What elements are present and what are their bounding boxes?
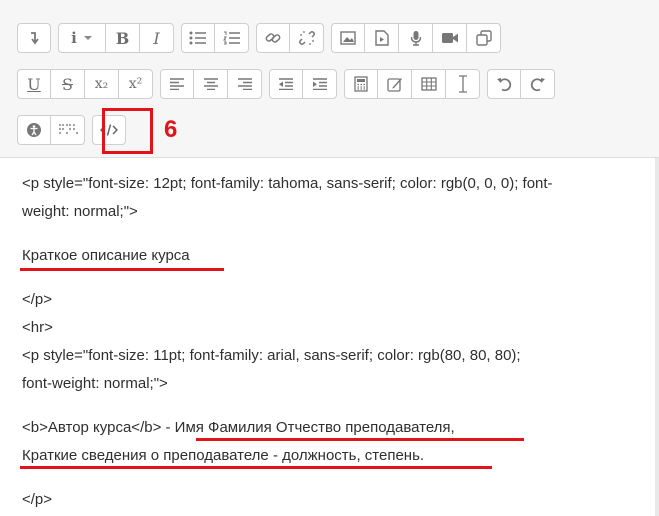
bold-icon: B xyxy=(115,28,130,48)
toolbar-group-indent xyxy=(269,69,337,99)
link-button[interactable] xyxy=(256,23,290,53)
subscript-icon: x₂ xyxy=(94,76,109,92)
media-button[interactable] xyxy=(365,23,399,53)
image-icon xyxy=(340,31,356,45)
video-camera-icon xyxy=(441,33,458,43)
table-icon xyxy=(420,77,437,91)
paragraph-style-button[interactable]: i xyxy=(58,23,106,53)
table-button[interactable] xyxy=(412,69,446,99)
redo-button[interactable] xyxy=(521,69,555,99)
screenreader-helper-icon xyxy=(58,123,78,135)
toolbar-group-links xyxy=(256,23,324,53)
clear-formatting-button[interactable] xyxy=(446,69,480,99)
numbered-list-icon xyxy=(222,31,240,45)
paragraph-style-icon: i xyxy=(71,29,77,47)
teacher-info-underline xyxy=(20,466,492,469)
special-character-button[interactable] xyxy=(378,69,412,99)
numbered-list-button[interactable] xyxy=(215,23,249,53)
align-center-icon xyxy=(203,78,218,90)
align-right-button[interactable] xyxy=(228,69,262,99)
strikethrough-icon: S xyxy=(62,74,73,94)
html-source-button[interactable] xyxy=(92,115,126,145)
align-left-button[interactable] xyxy=(160,69,194,99)
undo-button[interactable] xyxy=(487,69,521,99)
toolbar-row-2: U S x₂ x² xyxy=(17,69,562,99)
media-file-icon xyxy=(374,30,389,46)
outdent-button[interactable] xyxy=(269,69,303,99)
underline-button[interactable]: U xyxy=(17,69,51,99)
toolbar-group-accessibility xyxy=(17,115,85,145)
equation-button[interactable] xyxy=(344,69,378,99)
indent-icon xyxy=(312,78,327,90)
redo-icon xyxy=(530,78,545,92)
editor-toolbar: i B I U S x₂ x² xyxy=(0,0,659,158)
italic-icon: I xyxy=(153,28,160,48)
collapse-icon xyxy=(31,32,39,45)
indent-button[interactable] xyxy=(303,69,337,99)
code-line: <hr> xyxy=(22,319,53,336)
copy-icon xyxy=(475,30,492,46)
code-line: Краткое описание курса xyxy=(22,247,190,264)
toolbar-group-media xyxy=(331,23,501,53)
code-line: font-weight: normal;"> xyxy=(22,375,168,392)
manage-files-button[interactable] xyxy=(467,23,501,53)
toolbar-row-1: i B I xyxy=(17,23,508,53)
superscript-button[interactable]: x² xyxy=(119,69,153,99)
code-line: </p> xyxy=(22,291,53,308)
toolbar-group-style: i B I xyxy=(58,23,174,53)
author-name-underline xyxy=(196,438,524,441)
bulleted-list-button[interactable] xyxy=(181,23,215,53)
link-icon xyxy=(265,33,281,43)
unlink-button[interactable] xyxy=(290,23,324,53)
html-source-editor[interactable]: <p style="font-size: 12pt; font-family: … xyxy=(0,158,659,516)
code-line: <b>Автор курса</b> - Имя Фамилия Отчеств… xyxy=(22,419,455,436)
bulleted-list-icon xyxy=(189,31,206,45)
undo-icon xyxy=(497,78,512,92)
special-character-icon xyxy=(386,78,402,92)
image-button[interactable] xyxy=(331,23,365,53)
toolbar-row-3 xyxy=(17,115,133,145)
equation-icon xyxy=(354,76,368,92)
toolbar-group-html xyxy=(92,115,126,145)
superscript-icon: x² xyxy=(128,76,143,92)
subscript-button[interactable]: x₂ xyxy=(85,69,119,99)
unlink-icon xyxy=(298,31,315,45)
screenreader-helper-button[interactable] xyxy=(51,115,85,145)
accessibility-checker-button[interactable] xyxy=(17,115,51,145)
toolbar-group-collapse xyxy=(17,23,51,53)
align-left-icon xyxy=(170,78,184,90)
chevron-down-icon xyxy=(83,36,92,40)
code-line: </p> xyxy=(22,491,53,508)
clear-formatting-icon xyxy=(458,75,467,93)
code-line: weight: normal;"> xyxy=(22,203,138,220)
toolbar-group-text-format: U S x₂ x² xyxy=(17,69,153,99)
toolbar-group-history xyxy=(487,69,555,99)
step-number-label: 6 xyxy=(164,116,178,143)
align-right-icon xyxy=(237,78,252,90)
course-description-underline xyxy=(20,268,224,271)
toolbar-group-insert xyxy=(344,69,480,99)
toolbar-group-lists xyxy=(181,23,249,53)
toolbar-group-align xyxy=(160,69,262,99)
code-line: <p style="font-size: 12pt; font-family: … xyxy=(22,175,553,192)
record-audio-button[interactable] xyxy=(399,23,433,53)
show-more-buttons[interactable] xyxy=(17,23,51,53)
code-line: Краткие сведения о преподавателе - должн… xyxy=(22,447,425,464)
strikethrough-button[interactable]: S xyxy=(51,69,85,99)
underline-icon: U xyxy=(27,74,41,94)
bold-button[interactable]: B xyxy=(106,23,140,53)
record-video-button[interactable] xyxy=(433,23,467,53)
microphone-icon xyxy=(410,31,421,46)
accessibility-checker-icon xyxy=(27,123,41,137)
code-line: <p style="font-size: 11pt; font-family: … xyxy=(22,347,521,364)
italic-button[interactable]: I xyxy=(140,23,174,53)
outdent-icon xyxy=(279,78,293,90)
editor-scrollbar[interactable] xyxy=(655,158,659,516)
align-center-button[interactable] xyxy=(194,69,228,99)
html-source-icon xyxy=(100,124,118,136)
